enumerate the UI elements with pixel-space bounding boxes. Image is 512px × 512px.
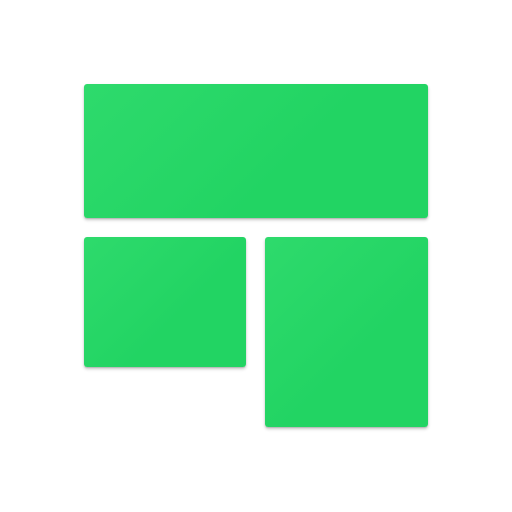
logo-tile-bottom-left	[84, 237, 246, 367]
app-icon-canvas	[0, 0, 512, 512]
logo-tile-bottom-right	[265, 237, 428, 427]
logo-tile-top	[84, 84, 428, 218]
